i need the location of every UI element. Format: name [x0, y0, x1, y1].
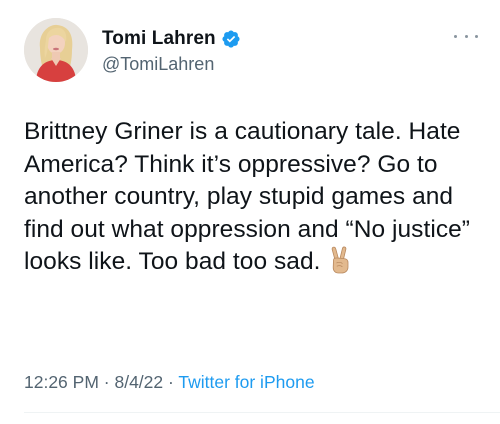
- tweet-body: Brittney Griner is a cautionary tale. Ha…: [24, 118, 471, 275]
- more-dot: [464, 34, 468, 38]
- tweet-date[interactable]: 8/4/22: [114, 372, 163, 392]
- verified-badge-icon: [221, 29, 241, 49]
- display-name-row: Tomi Lahren: [102, 27, 241, 51]
- victory-hand-emoji-icon: [329, 246, 351, 274]
- more-options-icon[interactable]: [454, 30, 478, 42]
- meta-separator: ·: [98, 372, 115, 392]
- author-display-name[interactable]: Tomi Lahren: [102, 28, 216, 50]
- meta-separator: ·: [163, 372, 179, 392]
- tweet-meta: 12:26 PM · 8/4/22 · Twitter for iPhone: [24, 372, 315, 393]
- tweet-text: Brittney Griner is a cautionary tale. Ha…: [24, 116, 476, 279]
- more-dot: [454, 34, 457, 38]
- avatar[interactable]: [24, 18, 88, 82]
- divider: [24, 412, 500, 413]
- tweet-header: Tomi Lahren @TomiLahren: [24, 18, 480, 82]
- avatar-image: [24, 18, 88, 82]
- tweet-source-link[interactable]: Twitter for iPhone: [178, 372, 314, 392]
- tweet-time[interactable]: 12:26 PM: [24, 372, 99, 392]
- more-dot: [475, 34, 478, 38]
- tweet-card[interactable]: Tomi Lahren @TomiLahren Brittney Griner …: [0, 0, 500, 424]
- author-names: Tomi Lahren @TomiLahren: [102, 27, 241, 75]
- author-handle[interactable]: @TomiLahren: [102, 54, 241, 75]
